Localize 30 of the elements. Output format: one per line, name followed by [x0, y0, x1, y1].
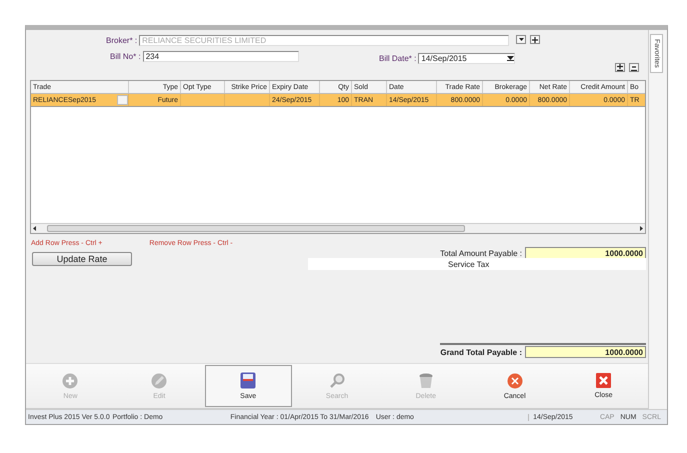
caret-icon [518, 38, 524, 41]
search-icon [329, 372, 345, 388]
scroll-left-icon[interactable] [31, 226, 39, 231]
plus-icon [617, 64, 623, 71]
plus-icon [62, 372, 78, 388]
minus-icon [631, 64, 637, 71]
bill-date-dropdown[interactable]: 14/Sep/2015 [418, 53, 516, 64]
broker-label: Broker* : [106, 36, 138, 45]
dropdown-button[interactable] [516, 35, 526, 44]
bill-no-field[interactable]: 234 [142, 51, 299, 62]
trash-bin-icon [418, 372, 433, 388]
remove-row-button[interactable] [629, 63, 639, 72]
update-rate-button[interactable]: Update Rate [32, 252, 132, 266]
close-icon [596, 373, 612, 388]
total-amount-label: Total Amount Payable : [440, 248, 522, 258]
cell-button[interactable] [117, 95, 128, 105]
pencil-icon [151, 372, 168, 388]
bill-no-label: Bill No* : [110, 52, 141, 61]
plus-icon [532, 36, 538, 42]
horizontal-scrollbar[interactable] [31, 223, 645, 233]
add-button[interactable] [530, 35, 540, 44]
add-row-button[interactable] [615, 63, 625, 72]
total-amount-field[interactable]: 1000.0000 [525, 247, 646, 259]
grand-total-label: Grand Total Payable : [440, 348, 522, 356]
service-tax-label: Service Tax [448, 260, 490, 268]
bill-date-label: Bill Date* : [379, 54, 416, 63]
dropdown-arrow-icon [507, 56, 514, 61]
cancel-icon [506, 372, 523, 388]
grand-total-field[interactable]: 1000.0000 [525, 346, 646, 358]
scroll-right-icon[interactable] [637, 226, 645, 231]
